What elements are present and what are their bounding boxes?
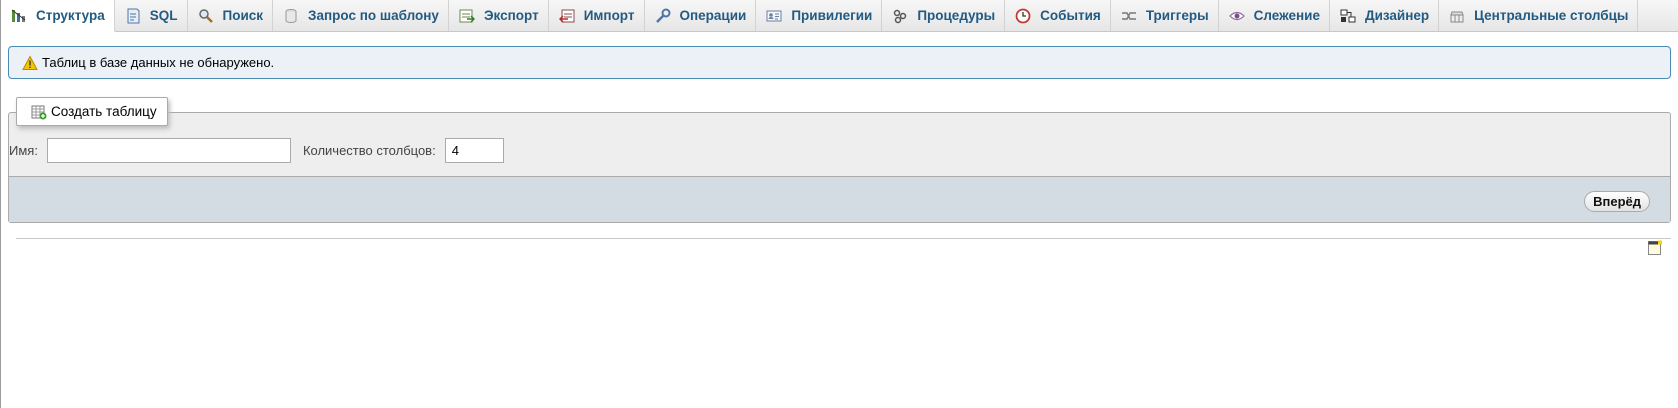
- tab-tracking[interactable]: Слежение: [1219, 0, 1330, 31]
- column-count-input[interactable]: [444, 138, 504, 163]
- tab-label: Структура: [36, 8, 105, 23]
- tab-label: Запрос по шаблону: [308, 8, 439, 23]
- tab-events[interactable]: События: [1005, 0, 1111, 31]
- go-button[interactable]: Вперёд: [1584, 191, 1650, 212]
- privileges-icon: [766, 8, 782, 24]
- tab-central-columns[interactable]: Центральные столбцы: [1439, 0, 1639, 31]
- tab-label: SQL: [149, 8, 178, 23]
- events-icon: [1015, 8, 1031, 24]
- tab-query[interactable]: Запрос по шаблону: [273, 0, 449, 31]
- tab-routines[interactable]: Процедуры: [882, 0, 1006, 31]
- central-columns-icon: [1449, 8, 1465, 24]
- notice-text: Таблиц в базе данных не обнаружено.: [42, 55, 275, 70]
- tab-structure[interactable]: Структура: [1, 0, 115, 32]
- divider: [16, 238, 1671, 239]
- tab-label: Импорт: [583, 8, 635, 23]
- designer-icon: [1340, 8, 1356, 24]
- tab-bar: Структура SQL Поиск Запрос по шаблону Эк…: [1, 0, 1678, 32]
- tab-privileges[interactable]: Привилегии: [756, 0, 883, 31]
- tab-label: Дизайнер: [1364, 8, 1430, 23]
- warning-icon: [22, 54, 38, 71]
- triggers-icon: [1121, 8, 1137, 24]
- structure-icon: [11, 8, 27, 24]
- table-name-label: Имя:: [9, 143, 38, 158]
- import-icon: [558, 8, 575, 24]
- create-table-form-row: Имя: Количество столбцов:: [9, 138, 504, 163]
- column-count-label: Количество столбцов:: [302, 143, 436, 158]
- tab-operations[interactable]: Операции: [645, 0, 757, 31]
- tab-designer[interactable]: Дизайнер: [1330, 0, 1440, 31]
- page: Структура SQL Поиск Запрос по шаблону Эк…: [0, 0, 1678, 408]
- tab-search[interactable]: Поиск: [188, 0, 274, 31]
- routines-icon: [892, 8, 908, 24]
- tab-label: События: [1040, 8, 1101, 23]
- form-footer: Вперёд: [9, 176, 1670, 222]
- tab-label: Слежение: [1253, 8, 1320, 23]
- tab-label: Центральные столбцы: [1474, 8, 1629, 23]
- tab-triggers[interactable]: Триггеры: [1111, 0, 1219, 31]
- tab-sql[interactable]: SQL: [115, 0, 188, 31]
- export-icon: [459, 8, 475, 24]
- eye-icon: [1228, 8, 1245, 24]
- tab-import[interactable]: Импорт: [549, 0, 645, 31]
- create-table-legend: Создать таблицу: [16, 97, 168, 126]
- new-table-icon: [31, 104, 47, 120]
- table-name-input[interactable]: [46, 138, 291, 163]
- legend-label: Создать таблицу: [51, 104, 157, 119]
- tab-label: Поиск: [222, 8, 264, 23]
- search-icon: [198, 8, 214, 24]
- wrench-icon: [655, 8, 671, 24]
- no-tables-notice: Таблиц в базе данных не обнаружено.: [8, 46, 1671, 79]
- console-icon[interactable]: [1647, 240, 1663, 256]
- tab-label: Операции: [679, 8, 747, 23]
- tab-label: Триггеры: [1145, 8, 1209, 23]
- tab-label: Процедуры: [917, 8, 996, 23]
- query-icon: [283, 8, 299, 24]
- sql-icon: [125, 8, 141, 24]
- tab-label: Экспорт: [483, 8, 539, 23]
- tab-export[interactable]: Экспорт: [449, 0, 549, 31]
- tab-label: Привилегии: [791, 8, 873, 23]
